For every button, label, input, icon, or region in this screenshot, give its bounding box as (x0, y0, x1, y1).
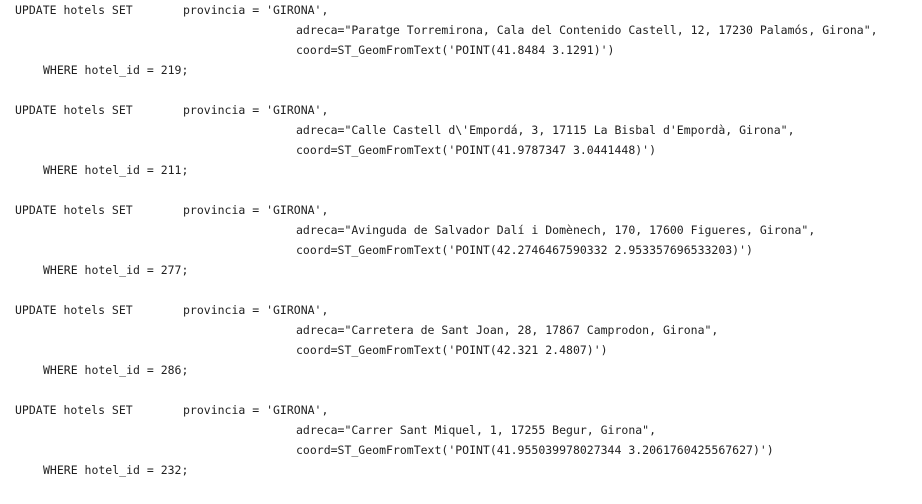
sql-set-provincia: provincia = 'GIRONA', (183, 403, 329, 417)
sql-set-provincia: provincia = 'GIRONA', (183, 203, 329, 217)
sql-set-coord: coord=ST_GeomFromText('POINT(42.321 2.48… (296, 343, 608, 357)
sql-code-editor[interactable]: UPDATE hotels SET provincia = 'GIRONA', … (0, 0, 922, 486)
sql-update-keyword: UPDATE hotels SET (15, 103, 133, 117)
sql-set-adreca: adreca="Avinguda de Salvador Dalí i Domè… (296, 223, 816, 237)
sql-set-adreca: adreca="Carrer Sant Miquel, 1, 17255 Beg… (296, 423, 657, 437)
sql-set-coord: coord=ST_GeomFromText('POINT(41.9787347 … (296, 143, 657, 157)
sql-where-clause: WHERE hotel_id = 219; (43, 63, 189, 77)
sql-where-clause: WHERE hotel_id = 211; (43, 163, 189, 177)
sql-update-keyword: UPDATE hotels SET (15, 3, 133, 17)
sql-set-provincia: provincia = 'GIRONA', (183, 103, 329, 117)
sql-set-coord: coord=ST_GeomFromText('POINT(41.8484 3.1… (296, 43, 615, 57)
sql-update-keyword: UPDATE hotels SET (15, 203, 133, 217)
sql-where-clause: WHERE hotel_id = 286; (43, 363, 189, 377)
sql-update-keyword: UPDATE hotels SET (15, 303, 133, 317)
sql-set-provincia: provincia = 'GIRONA', (183, 303, 329, 317)
sql-set-provincia: provincia = 'GIRONA', (183, 3, 329, 17)
sql-set-adreca: adreca="Calle Castell d\'Empordá, 3, 171… (296, 123, 795, 137)
sql-set-adreca: adreca="Paratge Torremirona, Cala del Co… (296, 23, 878, 37)
sql-set-adreca: adreca="Carretera de Sant Joan, 28, 1786… (296, 323, 719, 337)
sql-set-coord: coord=ST_GeomFromText('POINT(42.27464675… (296, 243, 753, 257)
sql-where-clause: WHERE hotel_id = 277; (43, 263, 189, 277)
sql-update-keyword: UPDATE hotels SET (15, 403, 133, 417)
sql-where-clause: WHERE hotel_id = 232; (43, 463, 189, 477)
sql-set-coord: coord=ST_GeomFromText('POINT(41.95503997… (296, 443, 774, 457)
